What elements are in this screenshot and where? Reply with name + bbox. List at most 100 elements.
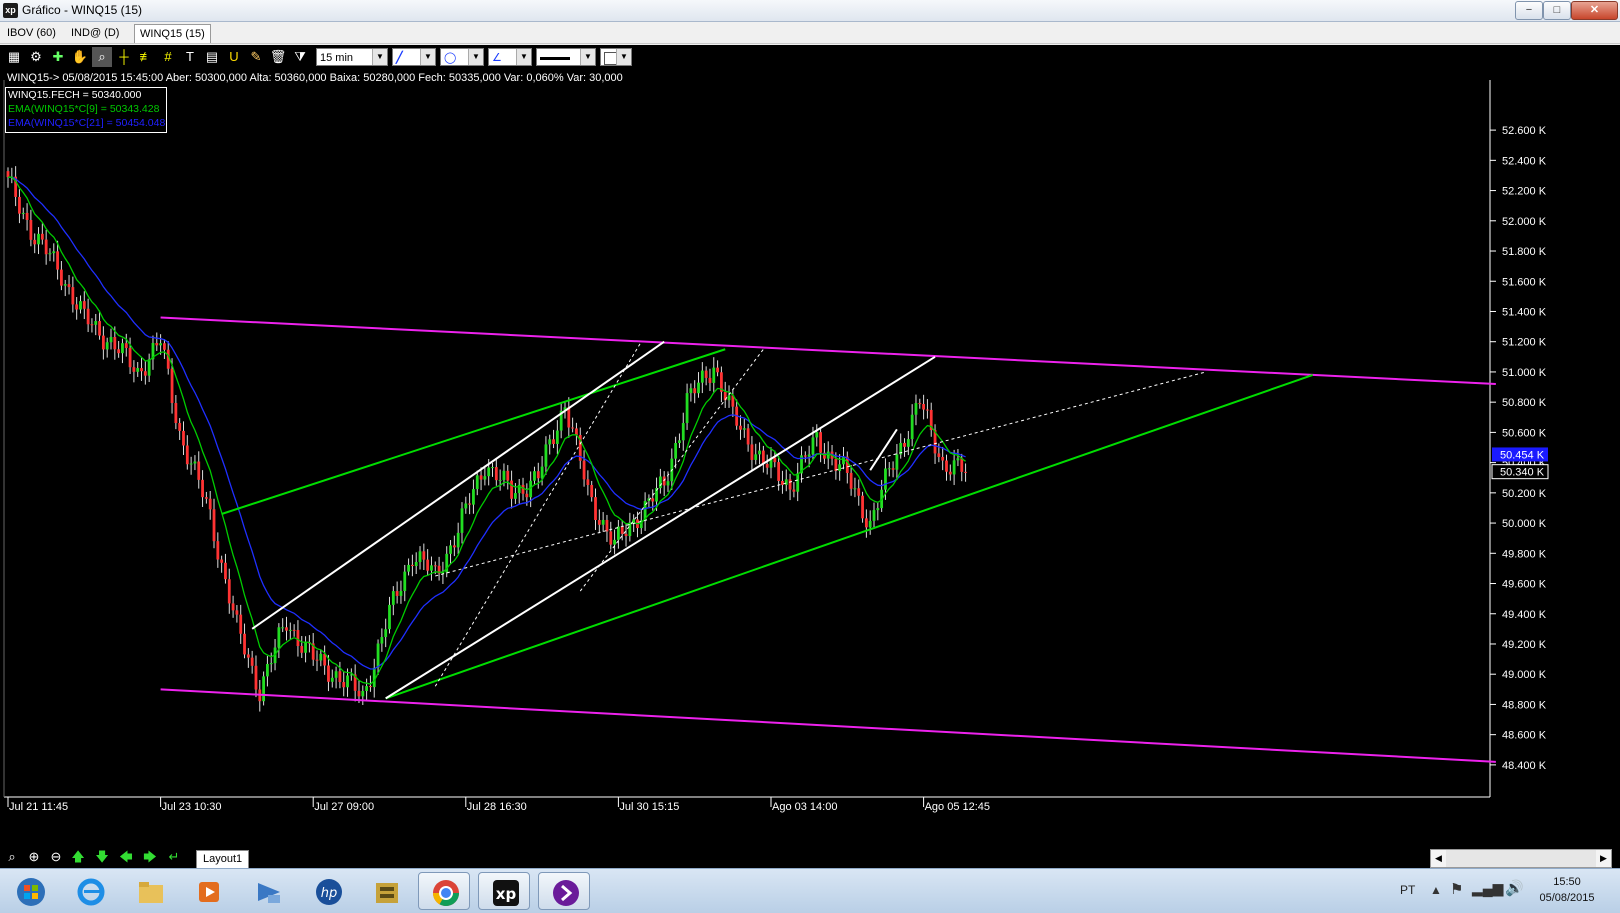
price-chart[interactable]: 52.600 K 52.400 K 52.200 K 52.000 K 51.800 K…	[0, 45, 1620, 845]
crosshair-icon[interactable]: ✚	[48, 47, 68, 67]
flag-icon[interactable]: ⚑	[1450, 880, 1463, 898]
candle-body	[300, 646, 304, 653]
time-tick-label: Jul 21 11:45	[9, 801, 68, 813]
trend-line	[579, 348, 764, 592]
fan-tool-select[interactable]: ∠ ▼	[488, 48, 532, 66]
magnet-icon[interactable]: U	[224, 47, 244, 67]
candle-body	[502, 470, 506, 480]
candle-body	[956, 458, 960, 461]
price-tick-label: 49.400 K	[1502, 609, 1547, 621]
arrow-down-icon[interactable]: 🡇	[92, 848, 112, 865]
candle-body	[342, 682, 346, 688]
purple-app-icon[interactable]	[538, 872, 590, 910]
candle-body	[678, 440, 681, 443]
tray-expand-icon[interactable]: ▲	[1430, 883, 1442, 897]
candle-body	[376, 643, 380, 668]
candle-body	[849, 472, 853, 489]
candle-body	[472, 489, 475, 505]
candle-body	[82, 301, 86, 309]
network-signal-icon[interactable]: ▂▄▆	[1472, 880, 1503, 897]
ema9-series	[7, 176, 966, 685]
windows-start-icon[interactable]	[4, 872, 56, 910]
candle-body	[90, 324, 94, 326]
arrow-right-icon[interactable]: 🡆	[140, 848, 160, 865]
arrow-end-icon[interactable]: ↵	[164, 848, 184, 865]
system-clock[interactable]: 15:50 05/08/2015	[1532, 874, 1602, 906]
settings-icon[interactable]: ⚙	[26, 47, 46, 67]
arrow-up-icon[interactable]: 🡅	[68, 848, 88, 865]
candle-body	[296, 630, 300, 647]
internet-explorer-icon[interactable]	[64, 872, 116, 910]
archive-icon[interactable]	[360, 872, 412, 910]
arrow-left-icon[interactable]: 🡄	[116, 848, 136, 865]
layout-tab[interactable]: Layout1	[196, 850, 250, 869]
tab-ind[interactable]: IND@ (D)	[66, 24, 124, 42]
windows-taskbar: hp xp PT ▲ ⚑ ▂▄▆ 🔊 15:50 05/08/2015	[0, 868, 1620, 913]
language-indicator[interactable]: PT	[1400, 883, 1415, 897]
hand-icon[interactable]: ✋	[70, 47, 90, 67]
candle-body	[86, 308, 90, 325]
candle-body	[403, 571, 407, 591]
tab-winq15[interactable]: WINQ15 (15)	[134, 24, 211, 43]
candle-body	[124, 343, 128, 349]
tab-ibov[interactable]: IBOV (60)	[2, 24, 61, 42]
candle-body	[174, 403, 178, 424]
chart-scrollbar[interactable]: ◀ ▶	[1430, 849, 1612, 868]
delete-icon[interactable]: 🗑	[268, 47, 288, 67]
candle-body	[613, 539, 616, 545]
candle-body	[895, 454, 899, 470]
zoom-out-icon[interactable]: ⊖	[46, 848, 66, 865]
candle-body	[861, 495, 864, 519]
scroll-right-icon[interactable]: ▶	[1596, 850, 1611, 867]
candle-body	[700, 370, 704, 383]
candle-body	[533, 471, 536, 481]
text-icon[interactable]: T	[180, 47, 200, 67]
close-button[interactable]: ✕	[1571, 1, 1618, 20]
chart-type-icon[interactable]: ▦	[4, 47, 24, 67]
candle-body	[246, 654, 250, 658]
price-tick-label: 52.200 K	[1502, 186, 1547, 198]
candle-body	[586, 479, 590, 485]
candle-body	[75, 304, 79, 310]
candle-body	[388, 604, 391, 630]
hp-icon[interactable]: hp	[302, 872, 354, 910]
media-player-icon[interactable]	[182, 872, 234, 910]
time-tick-label: Ago 03 14:00	[772, 801, 837, 813]
candle-body	[601, 519, 605, 525]
zoom-fit-icon[interactable]: ⌕	[2, 848, 22, 865]
zoom-in-icon[interactable]: ⊕	[24, 848, 44, 865]
fibonacci-icon[interactable]: ≢	[136, 47, 156, 67]
chrome-icon[interactable]	[418, 872, 470, 910]
network-app-icon[interactable]	[242, 872, 294, 910]
xp-app-icon[interactable]: xp	[478, 872, 530, 910]
candle-body	[544, 444, 548, 467]
chevron-down-icon: ▼	[468, 49, 483, 65]
candle-body	[491, 467, 494, 469]
candle-body	[773, 457, 777, 463]
brush-icon[interactable]: ✎	[246, 47, 266, 67]
cursor-icon[interactable]: ┼	[114, 47, 134, 67]
filter-icon[interactable]: ⧩	[290, 47, 310, 67]
candle-body	[52, 251, 56, 254]
maximize-button[interactable]: □	[1543, 1, 1571, 20]
table-icon[interactable]: ▤	[202, 47, 222, 67]
candle-body	[758, 450, 761, 455]
title-bar[interactable]: xp Gráfico - WINQ15 (15) − □ ✕	[0, 0, 1620, 22]
clock-date: 05/08/2015	[1539, 892, 1595, 904]
candle-body	[811, 437, 815, 455]
minimize-button[interactable]: −	[1515, 1, 1543, 20]
line-tool-select[interactable]: ╱ ▼	[392, 48, 436, 66]
candle-body	[201, 479, 204, 498]
shape-tool-select[interactable]: ◯ ▼	[440, 48, 484, 66]
color-select[interactable]: ▼	[600, 48, 632, 66]
price-tick-label: 52.600 K	[1502, 125, 1547, 137]
candle-body	[853, 488, 857, 490]
grid-icon[interactable]: #	[158, 47, 178, 67]
scroll-left-icon[interactable]: ◀	[1431, 850, 1446, 867]
zoom-window-icon[interactable]: ⌕	[92, 47, 112, 67]
candle-body	[369, 686, 372, 688]
line-width-select[interactable]: ▼	[536, 48, 596, 66]
file-explorer-icon[interactable]	[124, 872, 176, 910]
period-select[interactable]: 15 min ▼	[316, 48, 388, 66]
volume-icon[interactable]: 🔊	[1505, 879, 1524, 897]
